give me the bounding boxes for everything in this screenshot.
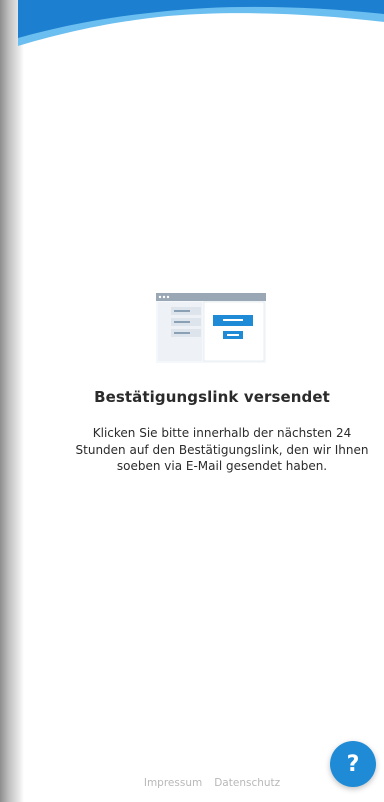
page-title: Bestätigungslink versendet: [94, 388, 330, 406]
browser-window-illustration-icon: [156, 293, 266, 363]
top-wave-decoration: [18, 0, 384, 46]
page-frame: Bestätigungslink versendet Klicken Sie b…: [0, 0, 384, 802]
datenschutz-link[interactable]: Datenschutz: [214, 777, 280, 789]
left-edge-shadow: [0, 0, 24, 802]
help-button[interactable]: ?: [330, 741, 376, 787]
footer-links: Impressum Datenschutz: [0, 777, 384, 789]
confirmation-message: Klicken Sie bitte innerhalb der nächsten…: [75, 426, 369, 473]
impressum-link[interactable]: Impressum: [144, 777, 202, 789]
question-mark-icon: ?: [346, 751, 360, 777]
